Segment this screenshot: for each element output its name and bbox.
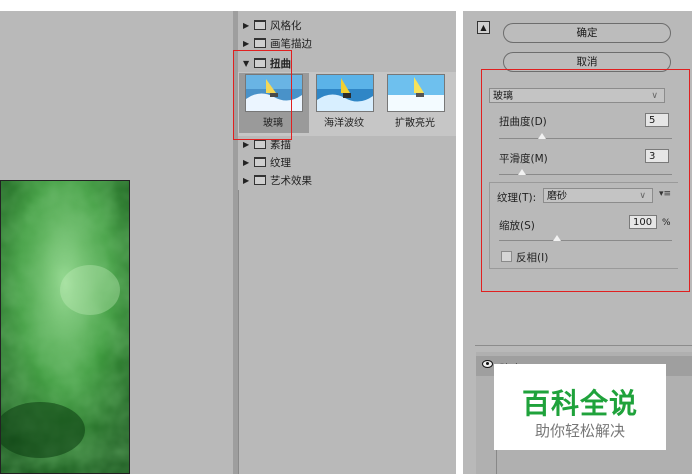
ok-button[interactable]: 确定: [503, 23, 671, 43]
expand-arrow-icon: ▶: [243, 20, 250, 30]
tree-item-label: 风格化: [270, 19, 302, 32]
watermark-title: 百科全说: [521, 387, 638, 420]
collapse-arrow-icon[interactable]: ▲: [477, 21, 490, 34]
folder-icon: [254, 175, 266, 185]
watermark: 百科全说 助你轻松解决: [494, 364, 666, 450]
diffuse-glow-thumbnail-image: [388, 75, 444, 111]
tree-item-label: 画笔描边: [270, 37, 312, 50]
tree-item-brush-strokes[interactable]: ▶ 画笔描边: [243, 36, 312, 50]
folder-icon: [254, 20, 266, 30]
expand-arrow-icon: ▶: [243, 38, 250, 48]
thumbnail-ocean-ripple[interactable]: [316, 74, 374, 112]
expand-arrow-icon: ▶: [243, 175, 250, 185]
thumbnail-diffuse-glow[interactable]: [387, 74, 445, 112]
folder-icon: [254, 157, 266, 167]
preview-pane[interactable]: [0, 11, 233, 474]
thumbnail-label: 扩散亮光: [395, 118, 435, 129]
panel-gap: [456, 11, 463, 474]
tree-item-label: 纹理: [270, 156, 291, 169]
expand-arrow-icon: ▶: [243, 139, 250, 149]
top-strip: [0, 0, 692, 11]
filter-gallery-inner: [238, 190, 239, 474]
glass-preview-image: [0, 180, 130, 474]
expand-arrow-icon: ▶: [243, 157, 250, 167]
settings-divider: [475, 345, 692, 346]
highlight-box-settings: [481, 69, 690, 292]
eye-pupil: [486, 362, 489, 365]
thumbnail-label: 海洋波纹: [324, 118, 364, 129]
folder-icon: [254, 139, 266, 149]
folder-icon: [254, 38, 266, 48]
tree-item-label: 艺术效果: [270, 174, 312, 187]
eye-icon[interactable]: [482, 360, 493, 368]
highlight-box-glass: [233, 50, 292, 140]
tree-item-texture[interactable]: ▶ 纹理: [243, 155, 291, 169]
tree-item-stylize[interactable]: ▶ 风格化: [243, 18, 302, 32]
watermark-subtitle: 助你轻松解决: [534, 422, 625, 440]
tree-item-artistic[interactable]: ▶ 艺术效果: [243, 173, 312, 187]
ocean-ripple-thumbnail-image: [317, 75, 373, 111]
